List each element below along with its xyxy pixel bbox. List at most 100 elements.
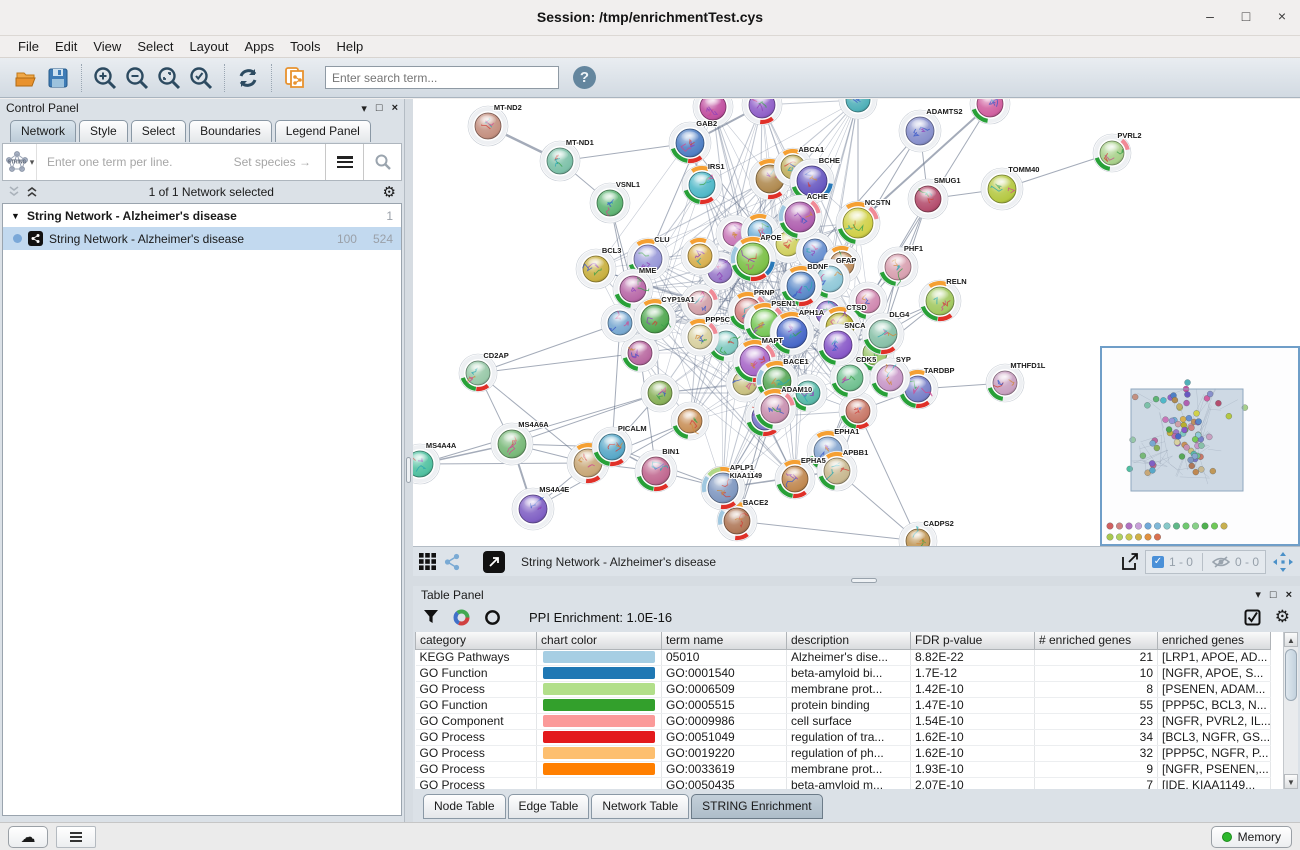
- table-panel-collapse-icon[interactable]: ▾: [1255, 588, 1261, 601]
- table-row[interactable]: GO FunctionGO:0005515protein binding1.47…: [416, 697, 1271, 713]
- menu-tools[interactable]: Tools: [282, 39, 328, 54]
- network-node[interactable]: BIN1: [635, 447, 679, 492]
- network-node[interactable]: SMUG1: [908, 176, 961, 219]
- term-input-placeholder[interactable]: Enter one term per line.: [47, 155, 234, 169]
- control-panel-collapse-icon[interactable]: ▾: [361, 102, 367, 115]
- tab-edge-table[interactable]: Edge Table: [508, 794, 590, 819]
- network-node[interactable]: MTHFD1L: [986, 361, 1046, 402]
- network-node[interactable]: IRS1: [682, 162, 725, 205]
- network-canvas[interactable]: MT-ND2MT-ND1VSNL1GAB2ADAMTS2PVRL2TOMM40S…: [413, 99, 1300, 546]
- menu-apps[interactable]: Apps: [237, 39, 283, 54]
- network-node[interactable]: TOMM40: [981, 165, 1039, 210]
- col-category[interactable]: category: [416, 632, 537, 649]
- network-node[interactable]: PHF1: [878, 244, 923, 287]
- table-row[interactable]: GO ComponentGO:0009986cell surface1.54E-…: [416, 713, 1271, 729]
- tab-network-table[interactable]: Network Table: [591, 794, 689, 819]
- close-button[interactable]: ×: [1272, 8, 1292, 24]
- menu-view[interactable]: View: [85, 39, 129, 54]
- menu-help[interactable]: Help: [329, 39, 372, 54]
- control-panel-float-icon[interactable]: □: [376, 102, 383, 114]
- zoom-fit-button[interactable]: [153, 62, 185, 94]
- task-history-button[interactable]: [56, 826, 96, 848]
- string-protein-query-dropdown[interactable]: STRING ▾: [3, 144, 37, 180]
- network-node[interactable]: MS4A4E: [512, 485, 569, 530]
- network-share-view-icon[interactable]: [443, 553, 461, 571]
- help-button[interactable]: ?: [573, 66, 596, 89]
- table-row[interactable]: GO FunctionGO:0001540beta-amyloid bi...1…: [416, 665, 1271, 681]
- menu-select[interactable]: Select: [129, 39, 181, 54]
- open-session-button[interactable]: [10, 62, 42, 94]
- network-node[interactable]: [970, 99, 1010, 124]
- table-panel-close-icon[interactable]: ×: [1286, 589, 1292, 601]
- save-session-button[interactable]: [42, 62, 74, 94]
- control-panel-close-icon[interactable]: ×: [392, 102, 398, 114]
- col-genes[interactable]: enriched genes: [1158, 632, 1271, 649]
- col-fdr[interactable]: FDR p-value: [911, 632, 1035, 649]
- network-node[interactable]: [839, 392, 877, 430]
- expand-all-icon[interactable]: [26, 186, 40, 198]
- minimize-button[interactable]: –: [1200, 8, 1220, 24]
- memory-button[interactable]: Memory: [1211, 826, 1292, 848]
- filter-icon[interactable]: [423, 609, 439, 625]
- network-node[interactable]: CD2AP: [459, 351, 509, 392]
- tab-legend-panel[interactable]: Legend Panel: [275, 120, 371, 142]
- maximize-button[interactable]: □: [1236, 8, 1256, 24]
- app-launch-button[interactable]: [483, 551, 505, 573]
- splitter-handle[interactable]: [851, 578, 877, 583]
- network-node[interactable]: MS4A4A: [413, 441, 457, 484]
- zoom-in-button[interactable]: [89, 62, 121, 94]
- network-node[interactable]: [742, 99, 782, 125]
- tab-boundaries[interactable]: Boundaries: [189, 120, 272, 142]
- table-vertical-scrollbar[interactable]: ▲ ▼: [1283, 632, 1298, 789]
- grid-view-icon[interactable]: [419, 553, 437, 571]
- menu-edit[interactable]: Edit: [47, 39, 85, 54]
- menu-layout[interactable]: Layout: [181, 39, 236, 54]
- table-row[interactable]: GO ProcessGO:0019220regulation of ph...1…: [416, 745, 1271, 761]
- table-row[interactable]: GO ProcessGO:0006509membrane prot...1.42…: [416, 681, 1271, 697]
- network-node[interactable]: [671, 402, 709, 440]
- network-node[interactable]: CADPS2: [899, 519, 954, 546]
- network-collection-row[interactable]: ▼ String Network - Alzheimer's disease 1: [3, 204, 401, 227]
- hidden-eye-icon[interactable]: [1212, 555, 1230, 569]
- donut-chart-icon[interactable]: [453, 609, 470, 626]
- expander-icon[interactable]: ▼: [11, 211, 21, 221]
- clone-network-button[interactable]: [279, 62, 311, 94]
- refresh-button[interactable]: [232, 62, 264, 94]
- tab-select[interactable]: Select: [131, 120, 186, 142]
- scroll-down-arrow[interactable]: ▼: [1284, 774, 1298, 789]
- ring-icon[interactable]: [484, 609, 501, 626]
- network-node[interactable]: MT-ND1: [540, 138, 594, 181]
- network-node[interactable]: GAB2: [669, 119, 717, 164]
- zoom-selected-button[interactable]: [185, 62, 217, 94]
- table-row[interactable]: GO ProcessGO:0051049regulation of tra...…: [416, 729, 1271, 745]
- zoom-out-button[interactable]: [121, 62, 153, 94]
- network-node[interactable]: [601, 304, 639, 342]
- tab-style[interactable]: Style: [79, 120, 128, 142]
- query-options-button[interactable]: [325, 144, 363, 180]
- network-node[interactable]: [641, 374, 679, 412]
- table-row[interactable]: GO ProcessGO:0050435beta-amyloid m...2.0…: [416, 777, 1271, 789]
- col-chart-color[interactable]: chart color: [537, 632, 662, 649]
- table-row[interactable]: KEGG Pathways05010Alzheimer's dise...8.8…: [416, 649, 1271, 665]
- collapse-all-icon[interactable]: [8, 186, 22, 198]
- table-panel-float-icon[interactable]: □: [1270, 589, 1277, 601]
- network-node[interactable]: [681, 237, 719, 275]
- table-row[interactable]: GO ProcessGO:0033619membrane prot...1.93…: [416, 761, 1271, 777]
- select-columns-icon[interactable]: [1244, 609, 1261, 626]
- menu-file[interactable]: File: [10, 39, 47, 54]
- horizontal-splitter[interactable]: [413, 576, 1300, 586]
- scroll-up-arrow[interactable]: ▲: [1284, 632, 1298, 647]
- selected-checkbox-icon[interactable]: ✓: [1152, 556, 1164, 568]
- network-node[interactable]: PVRL2: [1093, 131, 1142, 172]
- cloud-button[interactable]: ☁: [8, 826, 48, 848]
- set-species-label[interactable]: Set species →: [234, 155, 311, 169]
- vertical-splitter[interactable]: [405, 99, 413, 822]
- network-row[interactable]: String Network - Alzheimer's disease 100…: [3, 227, 401, 250]
- splitter-handle[interactable]: [406, 457, 411, 483]
- export-network-icon[interactable]: [1119, 552, 1139, 572]
- col-description[interactable]: description: [787, 632, 911, 649]
- network-node[interactable]: VSNL1: [590, 180, 640, 223]
- network-options-gear-icon[interactable]: ⚙: [383, 183, 396, 201]
- network-node[interactable]: RELN: [919, 277, 967, 322]
- col-term-name[interactable]: term name: [662, 632, 787, 649]
